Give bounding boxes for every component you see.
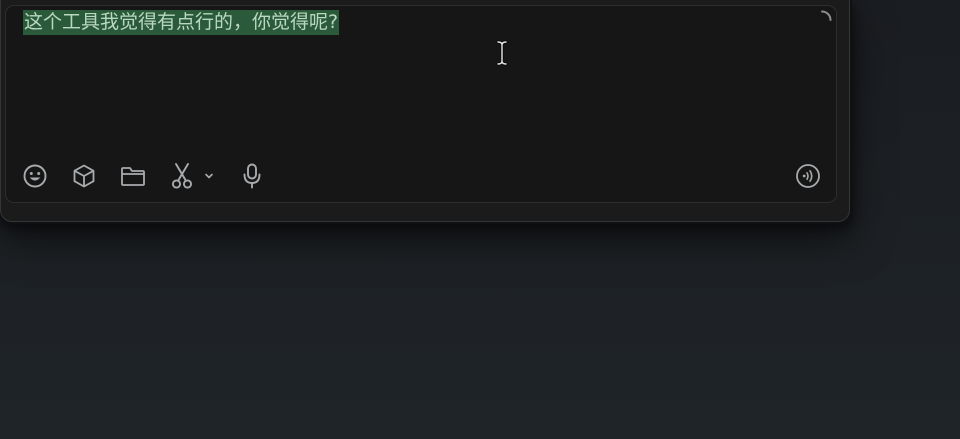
microphone-icon — [243, 163, 261, 189]
input-toolbar — [6, 150, 836, 202]
folder-button[interactable] — [119, 162, 147, 190]
text-cursor-icon — [496, 40, 508, 66]
scissors-icon — [171, 163, 193, 189]
emoji-icon — [23, 164, 47, 188]
emoji-button[interactable] — [21, 162, 49, 190]
chat-input-window: 这个工具我觉得有点行的，你觉得呢? — [0, 0, 850, 222]
voice-icon — [796, 164, 820, 188]
model-button[interactable] — [70, 162, 98, 190]
chevron-down-icon[interactable] — [203, 170, 215, 182]
cube-icon — [73, 164, 95, 188]
screenshot-button[interactable] — [168, 162, 196, 190]
message-input-box[interactable]: 这个工具我觉得有点行的，你觉得呢? — [5, 5, 837, 203]
voice-call-button[interactable] — [794, 162, 822, 190]
message-input-text[interactable]: 这个工具我觉得有点行的，你觉得呢? — [23, 10, 340, 35]
loading-spinner-icon — [821, 10, 832, 21]
voice-input-button[interactable] — [238, 162, 266, 190]
folder-icon — [121, 167, 145, 186]
